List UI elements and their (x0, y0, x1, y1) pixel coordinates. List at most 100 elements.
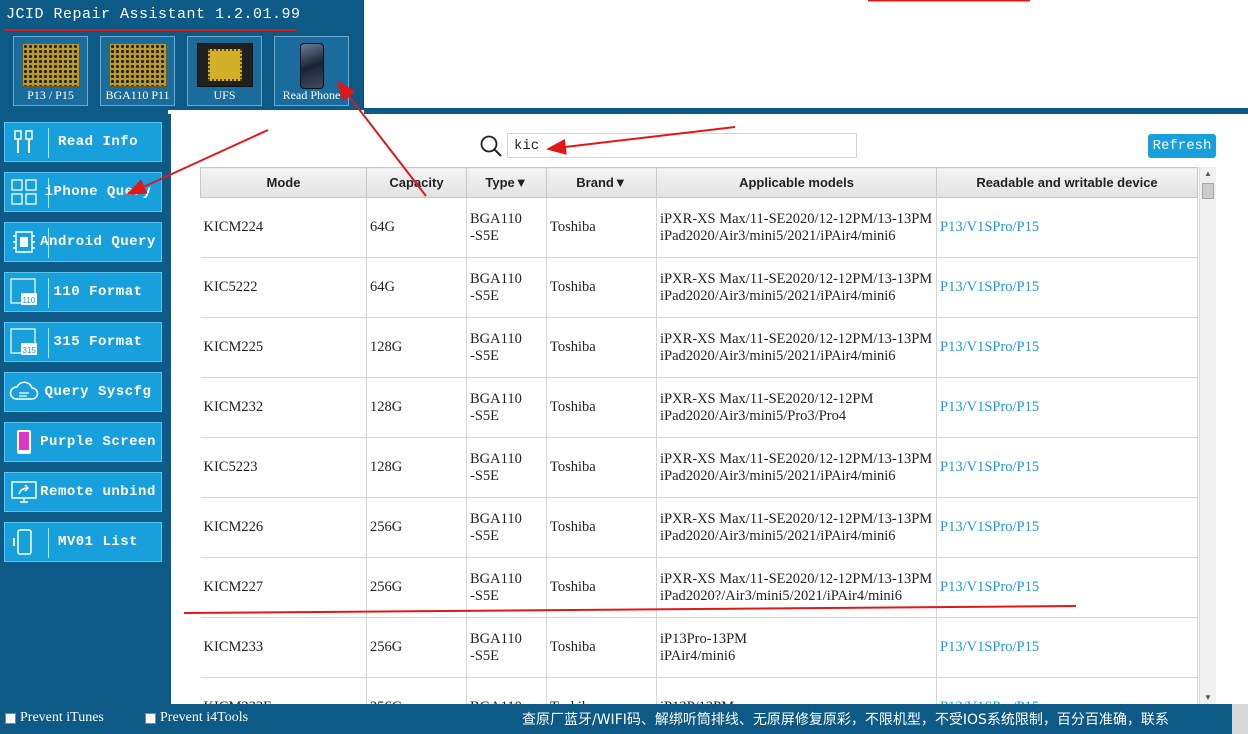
ufs-chip-icon (196, 43, 253, 87)
cell-applicable-models: iPXR-XS Max/11-SE2020/12-12PM/13-13PM iPa… (656, 317, 937, 378)
table-row[interactable]: KIC5223 128G BGA110 -S5E Toshiba iPXR-XS Max/… (200, 437, 1198, 498)
cell-brand: Toshiba (546, 557, 657, 618)
cell-type: BGA110 -S5E (466, 497, 547, 558)
table-row[interactable]: KICM233E256GBGA110ToshibaiP13P/13PMP13/V… (200, 677, 1198, 704)
cell-device[interactable]: P13/V1SPro/P15 (936, 317, 1198, 378)
scroll-up-arrow-icon[interactable]: ▲ (1204, 169, 1212, 178)
cell-device[interactable]: P13/V1SPro/P15 (936, 617, 1198, 678)
cell-applicable-models-line: iPAir4/mini6 (660, 647, 736, 664)
table-row[interactable]: KICM225 128G BGA110 -S5E Toshiba iPXR-XS Max/… (200, 317, 1198, 378)
sidebar-item-purple-screen[interactable]: Purple Screen (4, 422, 162, 462)
cell-applicable-models: iPXR-XS Max/11-SE2020/12-12PM/13-13PM iPa… (656, 557, 937, 618)
sidebar-item-iphone-query[interactable]: iPhone Query (4, 172, 162, 212)
table-row[interactable]: KICM224 64G BGA110 -S5E Toshiba iPXR-XS Max/1… (200, 197, 1198, 258)
column-header-mode[interactable]: Mode (200, 167, 367, 198)
sidebar-item-110-format[interactable]: 110 110 Format (4, 272, 162, 312)
table-row[interactable]: KIC5222 64G BGA110 -S5E Toshiba iPXR-XS Max/1… (200, 257, 1198, 318)
chip-icon (108, 43, 167, 87)
marquee-scroll-track[interactable] (1232, 704, 1248, 734)
prevent-itunes-checkbox[interactable]: Prevent iTunes (5, 710, 104, 726)
table-row[interactable]: KICM227 256G BGA110 -S5E Toshiba iPXR-XS Max/… (200, 557, 1198, 618)
cell-type: BGA110 -S5E (466, 257, 547, 318)
cell-applicable-models-line: iPXR-XS Max/11-SE2020/12-12PM/13-13PM (660, 450, 933, 467)
cell-capacity: 256G (366, 617, 467, 678)
cell-device[interactable]: P13/V1SPro/P15 (936, 257, 1198, 318)
sidebar-item-label: Android Query (40, 234, 156, 250)
cell-mode: KICM232 (200, 377, 367, 438)
sidebar-item-label: iPhone Query (44, 184, 152, 200)
cell-device[interactable]: P13/V1SPro/P15 (936, 197, 1198, 258)
prevent-i4tools-checkbox[interactable]: Prevent i4Tools (145, 710, 248, 726)
cell-applicable-models-line: iPad2020/Air3/mini5/Pro3/Pro4 (660, 407, 847, 424)
cell-type-line: BGA110 (470, 510, 522, 527)
cell-device[interactable]: P13/V1SPro/P15 (936, 377, 1198, 438)
sidebar-item-remote-unbind[interactable]: Remote unbind (4, 472, 162, 512)
sidebar-item-read-info[interactable]: Read Info (4, 122, 162, 162)
cell-capacity: 64G (366, 197, 467, 258)
svg-text:315: 315 (23, 346, 37, 355)
cell-brand: Toshiba (546, 617, 657, 678)
cell-applicable-models-line: iPXR-XS Max/11-SE2020/12-12PM/13-13PM (660, 270, 933, 287)
sidebar-item-android-query[interactable]: Android Query (4, 222, 162, 262)
sidebar-item-query-syscfg[interactable]: Query Syscfg (4, 372, 162, 412)
mode-tile-read-phone[interactable]: Read Phone (274, 36, 349, 106)
cell-applicable-models-line: iPad2020/Air3/mini5/2021/iPAir4/mini6 (660, 347, 896, 364)
column-header-type[interactable]: Type▼ (466, 167, 547, 198)
scroll-down-arrow-icon[interactable]: ▼ (1204, 693, 1212, 702)
scroll-thumb[interactable] (1202, 183, 1214, 199)
app-title: JCID Repair Assistant 1.2.01.99 (6, 6, 301, 23)
column-header-applicable-models[interactable]: Applicable models (656, 167, 937, 198)
cell-applicable-models-line: iPXR-XS Max/11-SE2020/12-12PM/13-13PM (660, 570, 933, 587)
cell-mode: KICM233E (200, 677, 367, 704)
cell-type: BGA110 -S5E (466, 557, 547, 618)
column-header-brand[interactable]: Brand▼ (546, 167, 657, 198)
cell-applicable-models-line: iPXR-XS Max/11-SE2020/12-12PM/13-13PM (660, 210, 933, 227)
cloud-icon (8, 376, 40, 408)
checkbox-box[interactable] (5, 712, 16, 724)
sidebar-item-label: Query Syscfg (44, 384, 152, 400)
mode-tile-label: BGA110 P11 (105, 88, 170, 102)
table-scrollbar[interactable]: ▲ ▼ (1199, 167, 1216, 704)
cell-type-line: BGA110 (470, 630, 522, 647)
sidebar-item-315-format[interactable]: 315 315 Format (4, 322, 162, 362)
table-row[interactable]: KICM226 256G BGA110 -S5E Toshiba iPXR-XS Max/… (200, 497, 1198, 558)
cell-applicable-models-line: iPXR-XS Max/11-SE2020/12-12PM (660, 390, 874, 407)
mode-tile-label: UFS (213, 88, 236, 102)
monitor-share-icon (8, 476, 40, 508)
chip-icon (8, 226, 40, 258)
phone-purple-icon (8, 426, 40, 458)
cell-type-line: -S5E (470, 347, 499, 364)
cell-mode: KICM224 (200, 197, 367, 258)
column-header-capacity[interactable]: Capacity (366, 167, 467, 198)
search-input[interactable] (507, 133, 857, 158)
cell-capacity: 256G (366, 557, 467, 618)
cell-device[interactable]: P13/V1SPro/P15 (936, 497, 1198, 558)
cell-applicable-models: iPXR-XS Max/11-SE2020/12-12PM/13-13PM iPa… (656, 437, 937, 498)
cell-type-line: -S5E (470, 647, 499, 664)
cell-applicable-models-line: iPad2020/Air3/mini5/2021/iPAir4/mini6 (660, 227, 896, 244)
column-header-device[interactable]: Readable and writable device (936, 167, 1198, 198)
header-panel: JCID Repair Assistant 1.2.01.99 P13 / P1… (0, 0, 364, 110)
cell-applicable-models: iPXR-XS Max/11-SE2020/12-12PM/13-13PM iPa… (656, 197, 937, 258)
cell-brand: Toshiba (546, 377, 657, 438)
checkbox-box[interactable] (145, 712, 156, 724)
cell-device[interactable]: P13/V1SPro/P15 (936, 437, 1198, 498)
cell-device[interactable]: P13/V1SPro/P15 (936, 557, 1198, 618)
cell-applicable-models-line: iPXR-XS Max/11-SE2020/12-12PM/13-13PM (660, 510, 933, 527)
cell-brand: Toshiba (546, 257, 657, 318)
cell-device[interactable]: P13/V1SPro/P15 (936, 677, 1198, 704)
cell-type-line: -S5E (470, 407, 499, 424)
cell-type: BGA110 -S5E (466, 437, 547, 498)
phone-icon (8, 526, 40, 558)
search-icon (480, 135, 502, 157)
format-110-icon: 110 (8, 276, 40, 308)
mode-tile-p13-p15[interactable]: P13 / P15 (13, 36, 88, 106)
sidebar-item-label: Remote unbind (40, 484, 156, 500)
table-row[interactable]: KICM232 128G BGA110 -S5E Toshiba iPXR-XS Max/… (200, 377, 1198, 438)
sidebar-item-mv01-list[interactable]: MV01 List (4, 522, 162, 562)
cell-type-line: -S5E (470, 287, 499, 304)
mode-tile-bga110-p11[interactable]: BGA110 P11 (100, 36, 175, 106)
mode-tile-ufs[interactable]: UFS (187, 36, 262, 106)
table-row[interactable]: KICM233 256G BGA110 -S5E Toshiba iP13Pro-13PM… (200, 617, 1198, 678)
refresh-button[interactable]: Refresh (1148, 134, 1216, 158)
